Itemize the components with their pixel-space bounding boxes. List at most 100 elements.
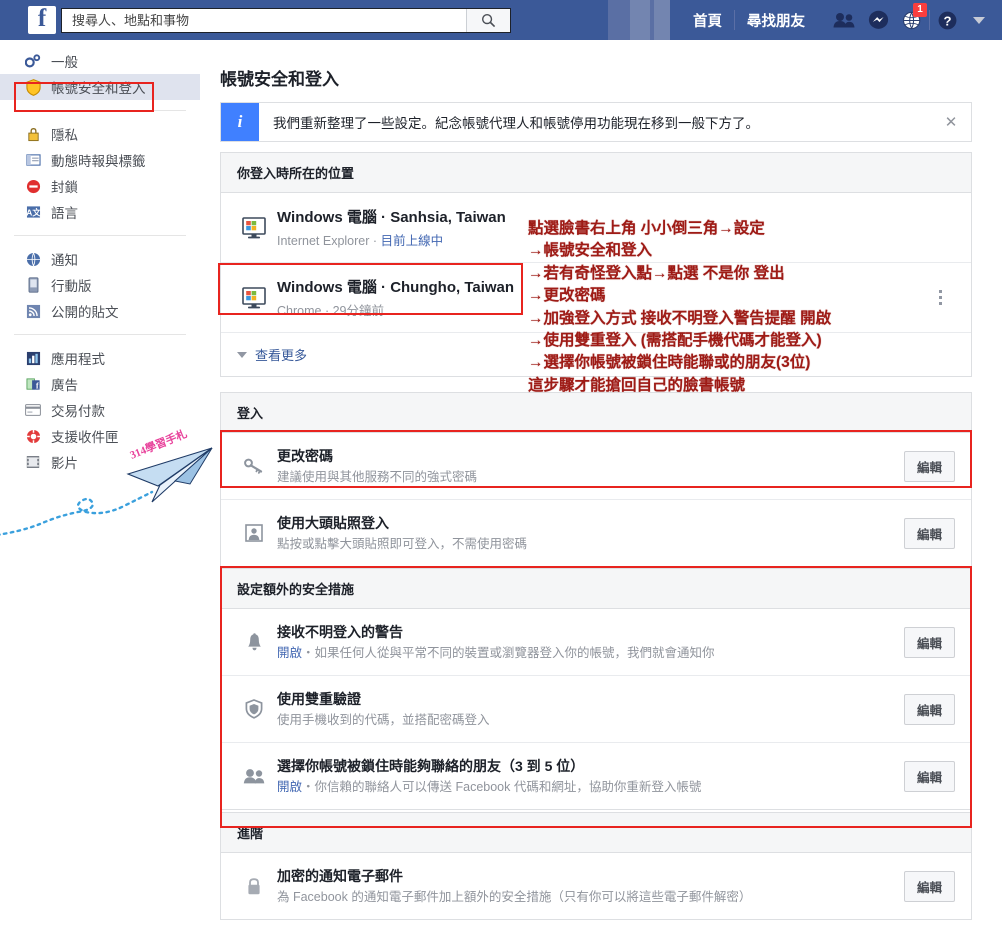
mobile-icon: [24, 276, 42, 294]
sidebar-item-label: 應用程式: [51, 352, 105, 367]
sidebar-item-label: 交易付款: [51, 404, 105, 419]
search-box[interactable]: [61, 7, 511, 33]
svg-text:A文: A文: [26, 207, 41, 217]
setting-body: 使用雙重驗證 使用手機收到的代碼，並搭配密碼登入: [271, 689, 904, 729]
section-header: 進階: [221, 813, 971, 853]
annotation-line: →若有奇怪登入點→點選 不是你 登出: [528, 264, 785, 282]
lock-icon: [24, 125, 42, 143]
edit-button[interactable]: 編輯: [903, 693, 955, 725]
session-browser: Chrome: [277, 304, 322, 318]
sidebar-item-apps[interactable]: 應用程式: [0, 345, 200, 371]
sidebar-item-timeline-tagging[interactable]: 動態時報與標籤: [0, 147, 200, 173]
sidebar-item-label: 語言: [51, 206, 78, 221]
sidebar-item-blocking[interactable]: 封鎖: [0, 173, 200, 199]
setting-row-profile-picture-login[interactable]: 使用大頭貼照登入 點按或點擊大頭貼照即可登入，不需使用密碼 編輯: [221, 500, 971, 566]
caret-down-icon: [973, 16, 985, 24]
sidebar-item-payments[interactable]: 交易付款: [0, 397, 200, 423]
page-title: 帳號安全和登入: [220, 70, 339, 89]
sidebar-divider: [14, 110, 186, 111]
section-header: 設定額外的安全措施: [221, 569, 971, 609]
sidebar-item-label: 廣告: [51, 378, 78, 393]
section-header: 登入: [221, 393, 971, 433]
caret-down-icon: [237, 351, 247, 358]
setting-row-login-alerts[interactable]: 接收不明登入的警告 開啟・如果任何人從與平常不同的裝置或瀏覽器登入你的帳號，我們…: [221, 609, 971, 676]
sidebar-group-3: 通知 行動版 公開的貼文: [0, 238, 200, 332]
close-icon[interactable]: ✕: [931, 113, 971, 131]
info-banner-text: 我們重新整理了一些設定。紀念帳號代理人和帳號停用功能現在移到一般下方了。: [273, 116, 759, 131]
account-menu-button[interactable]: [964, 0, 994, 40]
key-glyph: [244, 458, 263, 474]
sidebar-item-security-login[interactable]: 帳號安全和登入: [0, 74, 200, 100]
setting-row-trusted-contacts[interactable]: 選擇你帳號被鎖住時能夠聯絡的朋友（3 到 5 位） 開啟・你信賴的聯絡人可以傳送…: [221, 743, 971, 809]
language-glyph: A文: [26, 206, 41, 218]
kebab-menu-icon[interactable]: [925, 290, 955, 305]
edit-button[interactable]: 編輯: [903, 450, 955, 482]
setting-body: 選擇你帳號被鎖住時能夠聯絡的朋友（3 到 5 位） 開啟・你信賴的聯絡人可以傳送…: [271, 756, 904, 796]
edit-button[interactable]: 編輯: [903, 517, 955, 549]
rss-icon: [24, 302, 42, 320]
setting-description: ・你信賴的聯絡人可以傳送 Facebook 代碼和網址，協助你重新登入帳號: [302, 780, 702, 794]
setting-row-two-factor[interactable]: 使用雙重驗證 使用手機收到的代碼，並搭配密碼登入 編輯: [221, 676, 971, 743]
section-advanced: 進階 加密的通知電子郵件 為 Facebook 的通知電子郵件加上額外的安全措施…: [220, 812, 972, 920]
sidebar-item-ads[interactable]: f 廣告: [0, 371, 200, 397]
apps-glyph: [26, 351, 40, 365]
setting-row-encrypted-email[interactable]: 加密的通知電子郵件 為 Facebook 的通知電子郵件加上額外的安全措施（只有…: [221, 853, 971, 919]
setting-title: 選擇你帳號被鎖住時能夠聯絡的朋友（3 到 5 位）: [277, 758, 585, 774]
sidebar-item-language[interactable]: A文 語言: [0, 199, 200, 225]
session-separator: ·: [324, 304, 330, 318]
annotation-line: →加強登入方式 接收不明登入警告提醒 開啟: [528, 309, 832, 327]
sidebar-group-1: 一般 帳號安全和登入: [0, 40, 200, 108]
setting-title: 更改密碼: [277, 448, 333, 464]
sidebar-item-public-posts[interactable]: 公開的貼文: [0, 298, 200, 324]
paper-plane-decoration: 314學習手札: [0, 428, 215, 538]
kebab-dot: [938, 296, 942, 299]
setting-status: 開啟: [277, 646, 303, 660]
setting-body: 更改密碼 建議使用與其他服務不同的強式密碼: [271, 446, 904, 486]
see-more-label: 查看更多: [255, 348, 308, 363]
profile-name-placeholder[interactable]: [608, 0, 670, 40]
search-icon[interactable]: [466, 8, 510, 32]
edit-button[interactable]: 編輯: [903, 870, 955, 902]
padlock-icon: [237, 877, 271, 896]
sidebar-item-privacy[interactable]: 隱私: [0, 121, 200, 147]
annotation-line: 點選臉書右上角 小小倒三角→設定: [528, 220, 765, 237]
timeline-icon: [24, 151, 42, 169]
friends-icon: [237, 768, 271, 784]
search-input[interactable]: [70, 9, 470, 31]
question-circle-icon[interactable]: ?: [930, 0, 964, 40]
top-nav-right: 首頁 尋找朋友 1 ?: [681, 0, 1002, 40]
annotation-line: →使用雙重登入 (需搭配手機代碼才能登入): [528, 332, 822, 350]
annotation-line: 這步驟才能搶回自己的臉書帳號: [528, 376, 746, 394]
mobile-glyph: [28, 277, 38, 293]
windows-monitor-icon: [237, 216, 271, 239]
messenger-icon[interactable]: [861, 0, 895, 40]
sidebar-item-general[interactable]: 一般: [0, 48, 200, 74]
sidebar-item-mobile[interactable]: 行動版: [0, 272, 200, 298]
sidebar-item-notifications[interactable]: 通知: [0, 246, 200, 272]
edit-button[interactable]: 編輯: [903, 626, 955, 658]
nav-find-friends[interactable]: 尋找朋友: [735, 10, 817, 31]
padlock-glyph: [248, 877, 260, 894]
friends-icon[interactable]: [827, 0, 861, 40]
setting-row-change-password[interactable]: 更改密碼 建議使用與其他服務不同的強式密碼 編輯: [221, 433, 971, 500]
nav-home[interactable]: 首頁: [681, 10, 734, 31]
globe-icon[interactable]: 1: [895, 0, 929, 40]
edit-button[interactable]: 編輯: [903, 760, 955, 792]
setting-subtitle: 為 Facebook 的通知電子郵件加上額外的安全措施（只有你可以將這些電子郵件…: [277, 890, 752, 904]
placeholder-segment: [654, 0, 670, 40]
session-status[interactable]: 目前上線中: [381, 234, 444, 248]
gears-icon: [24, 52, 42, 70]
globe-glyph: [26, 252, 40, 266]
main-content: 帳號安全和登入 i 我們重新整理了一些設定。紀念帳號代理人和帳號停用功能現在移到…: [200, 40, 1002, 936]
block-glyph: [26, 179, 40, 193]
facebook-logo[interactable]: f: [28, 6, 56, 34]
bell-glyph: [247, 632, 261, 650]
sidebar-item-label: 通知: [51, 253, 78, 268]
messenger-glyph: [868, 10, 888, 29]
paper-plane-icon: [0, 447, 213, 536]
info-icon: i: [221, 103, 259, 141]
bell-icon: [237, 632, 271, 652]
sidebar-item-label: 行動版: [51, 279, 92, 294]
sidebar-item-label: 動態時報與標籤: [51, 154, 146, 169]
sidebar-item-label: 封鎖: [51, 180, 78, 195]
